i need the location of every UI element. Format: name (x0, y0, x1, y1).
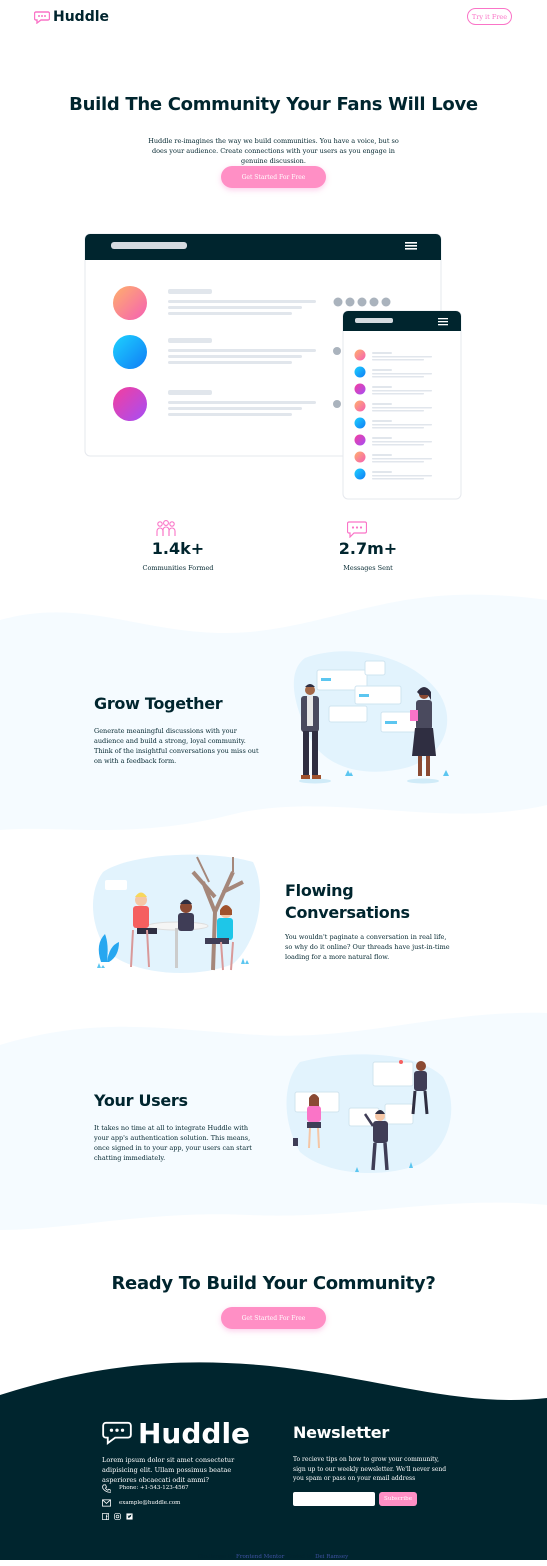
newsletter-email-input[interactable] (293, 1492, 375, 1506)
cta-title: Ready To Build Your Community? (111, 1273, 436, 1294)
feature-flowing-conversations-description: You wouldn't paginate a conversation in … (285, 933, 450, 961)
hero-app-mockup-illustration (84, 233, 462, 500)
attribution-suffix: . (347, 1554, 350, 1560)
chat-logo-icon (102, 1421, 132, 1445)
stat-messages-label: Messages Sent (343, 564, 393, 572)
newsletter-title: Newsletter (293, 1423, 389, 1442)
your-users-illustration (286, 1054, 452, 1174)
hero-get-started-button[interactable]: Get Started For Free (221, 166, 326, 188)
hero-title: Build The Community Your Fans Will Love (69, 94, 478, 115)
feature-wave-background-2 (0, 1012, 547, 1230)
chat-bubble-icon (347, 521, 367, 538)
stat-communities-value: 1.4k+ (151, 539, 205, 558)
site-header: Huddle Try it Free (0, 0, 547, 34)
feature-wave-background (0, 594, 547, 830)
footer-email: example@huddle.com (102, 1497, 272, 1509)
feature-grow-together-title: Grow Together (94, 694, 223, 713)
chat-logo-icon (34, 10, 50, 24)
feature-your-users-title: Your Users (94, 1091, 188, 1110)
stat-communities: 1.4k+ Communities Formed (128, 520, 228, 580)
feature-flowing-conversations-title: Flowing Conversations (285, 881, 410, 922)
footer-phone: Phone: +1-543-123-4567 (102, 1482, 272, 1494)
attribution-middle: . Coded by (283, 1554, 314, 1560)
hero-description: Huddle re-imagines the way we build comm… (148, 137, 399, 165)
footer-email-text: example@huddle.com (119, 1500, 181, 1506)
footer-phone-text: Phone: +1-543-123-4567 (119, 1485, 189, 1491)
footer-description: Lorem ipsum dolor sit amet consectetur a… (102, 1456, 235, 1484)
footer-logo[interactable]: Huddle (102, 1416, 262, 1450)
flowing-conversations-illustration (93, 854, 260, 973)
mail-icon (102, 1499, 111, 1507)
frontend-mentor-link[interactable]: Frontend Mentor (236, 1554, 284, 1560)
stat-messages-value: 2.7m+ (338, 539, 398, 558)
newsletter-description: To recieve tips on how to grow your comm… (293, 1456, 447, 1482)
footer (0, 1450, 547, 1553)
author-link[interactable]: Dei Ramsey (315, 1554, 347, 1560)
attribution-prefix: Challenge by (197, 1554, 235, 1560)
attribution: Challenge by Frontend Mentor. Coded by D… (0, 1554, 547, 1564)
grow-together-illustration (293, 651, 449, 784)
feature-grow-together-description: Generate meaningful discussions with you… (94, 727, 259, 765)
facebook-icon[interactable] (102, 1513, 109, 1520)
logo[interactable]: Huddle (34, 8, 114, 26)
users-icon (156, 520, 176, 536)
stat-messages: 2.7m+ Messages Sent (318, 520, 418, 580)
footer-social-links (102, 1513, 142, 1522)
phone-icon (102, 1483, 111, 1493)
stat-communities-label: Communities Formed (142, 564, 214, 572)
footer-logo-text: Huddle (138, 1416, 251, 1450)
cta-get-started-button[interactable]: Get Started For Free (221, 1307, 326, 1329)
twitter-icon[interactable] (126, 1513, 133, 1520)
try-free-button[interactable]: Try it Free (467, 8, 512, 25)
instagram-icon[interactable] (114, 1513, 121, 1520)
subscribe-button[interactable]: Subscribe (379, 1492, 417, 1506)
logo-text: Huddle (53, 9, 110, 25)
feature-your-users-description: It takes no time at all to integrate Hud… (94, 1124, 252, 1162)
